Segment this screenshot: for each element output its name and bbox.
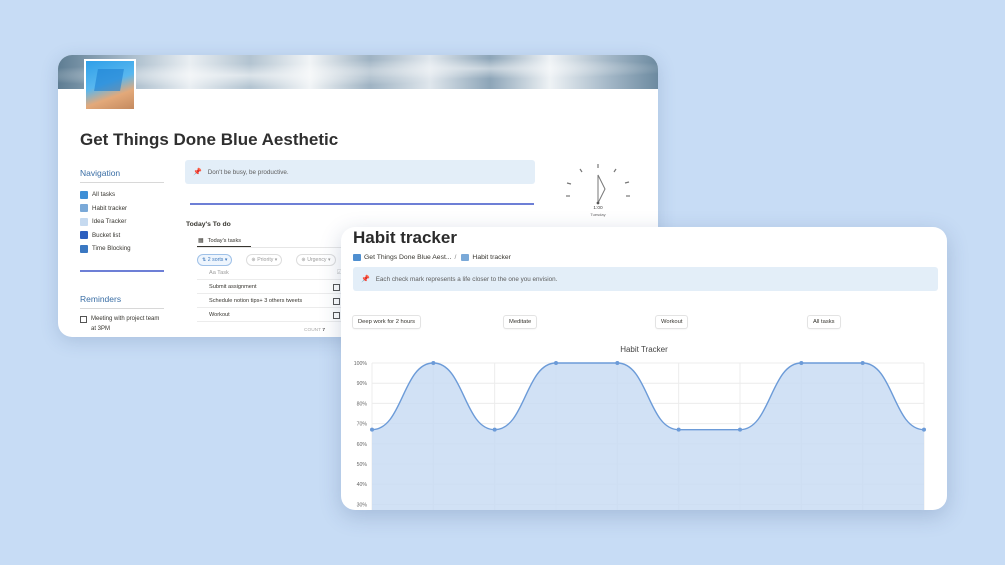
task-count: COUNT 7 [304, 328, 325, 333]
data-point[interactable] [431, 361, 436, 365]
habit-tracker-window: Habit tracker Get Things Done Blue Aest.… [341, 227, 947, 510]
todo-heading: Today's To do [186, 221, 231, 228]
navigation-divider [80, 270, 164, 272]
nav-item-label: Time Blocking [92, 245, 131, 253]
sort-filter-button[interactable]: ⇅ 2 sorts ▾ [197, 254, 233, 266]
table-row[interactable]: Schedule notion tips+ 3 others tweets [197, 294, 342, 308]
nav-item-label: Habit tracker [92, 204, 128, 212]
table-row[interactable]: Workout [197, 308, 342, 322]
filter-bar: ⇅ 2 sorts ▾ ⊕ Priority ▾ ⊕ Urgency ▾ [197, 254, 336, 266]
nav-item-label: Idea Tracker [92, 218, 127, 226]
nav-item-idea-tracker[interactable]: Idea Tracker [80, 215, 131, 229]
nav-item-all-tasks[interactable]: All tasks [80, 188, 131, 202]
table-row[interactable]: Submit assignment [197, 280, 342, 294]
navigation-heading: Navigation [80, 168, 121, 178]
y-tick-label: 80% [357, 401, 368, 407]
table-header-row: Aa Task ☑ [197, 266, 342, 280]
reminders-heading: Reminders [80, 294, 122, 304]
page-cover-icon[interactable] [84, 59, 136, 111]
data-point[interactable] [922, 427, 926, 432]
task-checkbox[interactable] [333, 297, 340, 305]
data-point[interactable] [370, 427, 374, 432]
data-point[interactable] [799, 361, 804, 365]
urgency-filter-button[interactable]: ⊕ Urgency ▾ [296, 254, 336, 266]
data-point[interactable] [615, 361, 620, 365]
productivity-callout: 📌 Don't be busy, be productive. [185, 160, 535, 184]
nav-item-time-blocking[interactable]: Time Blocking [80, 242, 131, 256]
grid-icon [80, 190, 88, 199]
table-view-icon: ▦ [198, 238, 204, 244]
clock-face-icon [566, 164, 630, 205]
page-title: Get Things Done Blue Aesthetic [80, 130, 339, 149]
task-name: Schedule notion tips+ 3 others tweets [209, 297, 303, 304]
image-icon [80, 204, 88, 213]
data-point[interactable] [676, 427, 681, 432]
task-checkbox[interactable] [333, 311, 340, 319]
pushpin-icon: 📌 [193, 169, 202, 176]
clock-time: 1:00 [593, 206, 603, 211]
task-checkbox[interactable] [333, 283, 340, 291]
y-tick-label: 90% [357, 381, 368, 387]
nav-item-label: All tasks [92, 191, 116, 199]
y-tick-label: 40% [357, 482, 368, 488]
tab-bar-rule [197, 247, 342, 248]
image-icon [80, 217, 88, 226]
reminder-checkbox[interactable] [80, 316, 87, 323]
task-column-header[interactable]: Aa Task [209, 270, 229, 276]
task-name: Submit assignment [209, 283, 257, 290]
reminder-item: Meeting with project team at 3PM [80, 315, 166, 334]
priority-filter-button[interactable]: ⊕ Priority ▾ [246, 254, 283, 266]
y-tick-label: 70% [357, 422, 368, 428]
content-divider [190, 203, 534, 205]
tab-label: Today's tasks [207, 237, 242, 244]
y-tick-label: 30% [357, 502, 368, 508]
image-icon [80, 231, 88, 240]
nav-item-bucket-list[interactable]: Bucket list [80, 229, 131, 243]
data-point[interactable] [738, 427, 742, 432]
data-point[interactable] [554, 361, 558, 365]
tab-todays-tasks[interactable]: ▦ Today's tasks [198, 237, 242, 245]
data-point[interactable] [492, 427, 497, 432]
task-name: Workout [209, 311, 230, 318]
y-tick-label: 100% [354, 361, 368, 367]
reminders-underline [80, 308, 164, 309]
y-tick-label: 50% [357, 462, 368, 468]
y-tick-label: 60% [357, 442, 368, 448]
series-area [372, 363, 924, 510]
analog-clock-widget: 1:00 Tuesday [563, 162, 633, 222]
nav-item-habit-tracker[interactable]: Habit tracker [80, 202, 131, 216]
nav-item-label: Bucket list [92, 231, 121, 239]
clock-day: Tuesday [590, 212, 606, 217]
callout-text: Don't be busy, be productive. [207, 168, 289, 176]
cover-banner [58, 55, 658, 89]
navigation-underline [80, 182, 164, 183]
navigation-list: All tasks Habit tracker Idea Tracker Buc… [80, 188, 131, 256]
reminder-label: Meeting with project team at 3PM [91, 316, 160, 332]
image-icon [80, 244, 88, 253]
habit-chart: 100% 90% 80% 70% 60% 50% 40% 30% [354, 361, 926, 510]
tasks-table: Aa Task ☑ Submit assignment Schedule not… [197, 266, 342, 322]
data-point[interactable] [860, 361, 865, 365]
